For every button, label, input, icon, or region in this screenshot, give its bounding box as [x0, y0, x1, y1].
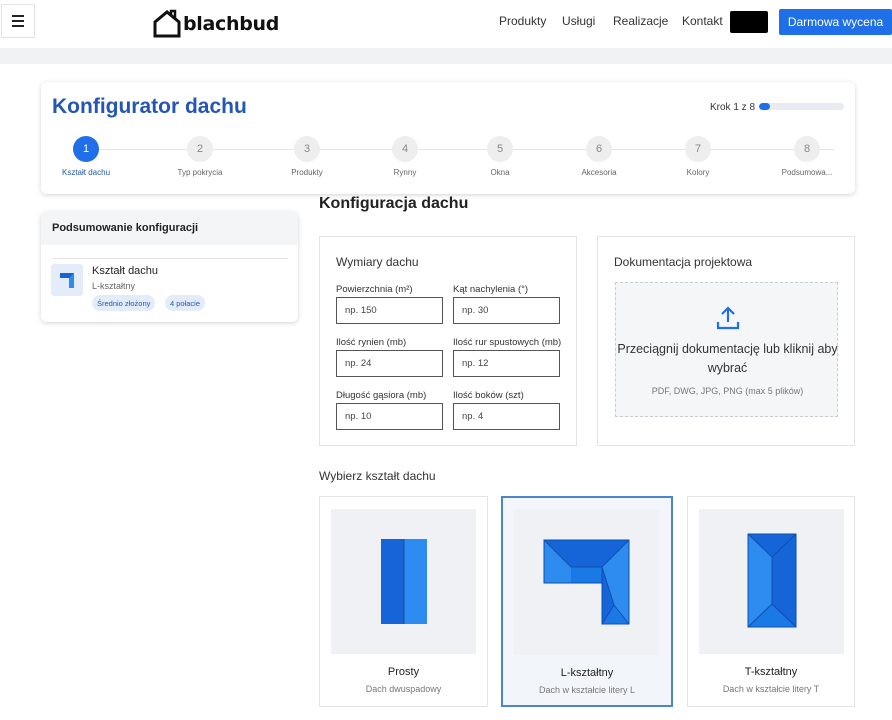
nav-link-produkty[interactable]: Produkty: [499, 14, 546, 28]
step-2[interactable]: 2 Typ pokrycia: [160, 136, 240, 177]
shape-name: Prosty: [387, 666, 420, 678]
dropzone-text: Przeciągnij dokumentację lub kliknij aby…: [617, 342, 838, 375]
sides-label: Ilość boków (szt): [453, 390, 524, 401]
step-label: Produkty: [291, 168, 323, 177]
step-1[interactable]: 1 Kształt dachu: [46, 136, 126, 177]
summary-item-value: L-kształtny: [92, 281, 136, 291]
gutters-input[interactable]: np. 24: [336, 350, 443, 377]
summary-item-title: Kształt dachu: [92, 265, 159, 277]
t-shaped-roof-icon: [699, 509, 844, 654]
free-quote-button[interactable]: Darmowa wycena: [779, 9, 892, 35]
step-number: 3: [294, 136, 320, 162]
logo[interactable]: blachbud: [152, 6, 279, 38]
gutters-label: Ilość rynien (mb): [336, 337, 407, 348]
documentation-panel: Dokumentacja projektowa Przeciągnij doku…: [597, 236, 855, 446]
shape-card-t-shaped[interactable]: T-kształtny Dach w kształcie litery T: [687, 496, 855, 707]
step-label: Akcesoria: [581, 168, 617, 177]
downpipes-input[interactable]: np. 12: [453, 350, 560, 377]
page-title: Konfigurator dachu: [52, 95, 247, 118]
dropzone-hint: PDF, DWG, JPG, PNG (max 5 plików): [651, 386, 804, 396]
step-4[interactable]: 4 Rynny: [365, 136, 445, 177]
step-number: 1: [73, 136, 99, 162]
step-7[interactable]: 7 Kolory: [658, 136, 738, 177]
roof-dimensions-panel: Wymiary dachu Powierzchnia (m²) np. 150 …: [319, 236, 577, 446]
shape-name: L-kształtny: [560, 667, 614, 679]
nav-link-realizacje[interactable]: Realizacje: [613, 14, 668, 28]
step-8[interactable]: 8 Podsumowa...: [767, 136, 847, 177]
pitch-input[interactable]: np. 30: [453, 297, 560, 324]
file-dropzone[interactable]: Przeciągnij dokumentację lub kliknij aby…: [615, 282, 838, 417]
progress-bar: [759, 103, 844, 110]
logo-house-icon: [153, 9, 181, 38]
ridge-length-label: Długość gąsiora (mb): [336, 390, 427, 401]
nav-link-kontakt[interactable]: Kontakt: [682, 14, 723, 28]
header-divider-band: [0, 48, 892, 64]
shape-card-straight[interactable]: Prosty Dach dwuspadowy: [319, 496, 488, 707]
step-label: Kształt dachu: [61, 168, 111, 177]
account-button[interactable]: [730, 11, 768, 33]
pitch-label: Kąt nachylenia (°): [453, 284, 529, 295]
summary-title: Podsumowanie konfiguracji: [41, 212, 298, 245]
progress-bar-fill: [759, 103, 770, 110]
step-indicator: Krok 1 z 8: [710, 102, 756, 113]
area-input[interactable]: np. 150: [336, 297, 443, 324]
step-number: 2: [187, 136, 213, 162]
dimensions-title: Wymiary dachu: [336, 255, 419, 269]
menu-button[interactable]: [1, 4, 35, 38]
step-label: Kolory: [686, 168, 710, 177]
step-number: 7: [685, 136, 711, 162]
upload-icon: [716, 306, 740, 330]
ridge-length-input[interactable]: np. 10: [336, 403, 443, 430]
menu-icon-bar: [12, 20, 24, 22]
step-3[interactable]: 3 Produkty: [267, 136, 347, 177]
configurator-steps-card: Konfigurator dachu Krok 1 z 8 1 Kształt …: [41, 82, 855, 194]
straight-roof-icon: [331, 509, 476, 654]
shape-description: Dach w kształcie litery T: [722, 684, 820, 694]
configuration-summary: Podsumowanie konfiguracji Kształt dachu …: [41, 212, 298, 322]
summary-divider: [52, 258, 288, 259]
shape-name: T-kształtny: [744, 666, 798, 678]
step-number: 6: [586, 136, 612, 162]
step-number: 5: [487, 136, 513, 162]
shape-description: Dach w kształcie litery L: [538, 685, 636, 695]
nav-link-uslugi[interactable]: Usługi: [562, 14, 595, 28]
step-label: Typ pokrycia: [177, 168, 223, 177]
documentation-title: Dokumentacja projektowa: [614, 255, 753, 269]
shape-section-label: Wybierz kształt dachu: [319, 469, 436, 483]
shape-description: Dach dwuspadowy: [365, 684, 442, 694]
menu-icon-bar: [12, 15, 24, 17]
step-number: 4: [392, 136, 418, 162]
slopes-badge: 4 połacie: [165, 295, 206, 311]
l-shape-icon: [51, 264, 83, 296]
sides-input[interactable]: np. 4: [453, 403, 560, 430]
complexity-badge: Średnio złożony: [92, 295, 156, 311]
step-6[interactable]: 6 Akcesoria: [559, 136, 639, 177]
step-5[interactable]: 5 Okna: [460, 136, 540, 177]
step-label: Rynny: [393, 168, 417, 177]
shape-card-l-shaped[interactable]: L-kształtny Dach w kształcie litery L: [501, 496, 673, 707]
l-shaped-roof-icon: [514, 510, 659, 655]
step-label: Podsumowa...: [781, 168, 833, 177]
top-navigation: blachbud Produkty Usługi Realizacje Kont…: [0, 0, 892, 44]
logo-text: blachbud: [183, 13, 280, 35]
area-label: Powierzchnia (m²): [336, 284, 413, 295]
menu-icon-bar: [12, 25, 24, 27]
step-label: Okna: [490, 168, 510, 177]
downpipes-label: Ilość rur spustowych (mb): [453, 337, 562, 348]
step-number: 8: [794, 136, 820, 162]
section-title: Konfiguracja dachu: [319, 195, 469, 212]
